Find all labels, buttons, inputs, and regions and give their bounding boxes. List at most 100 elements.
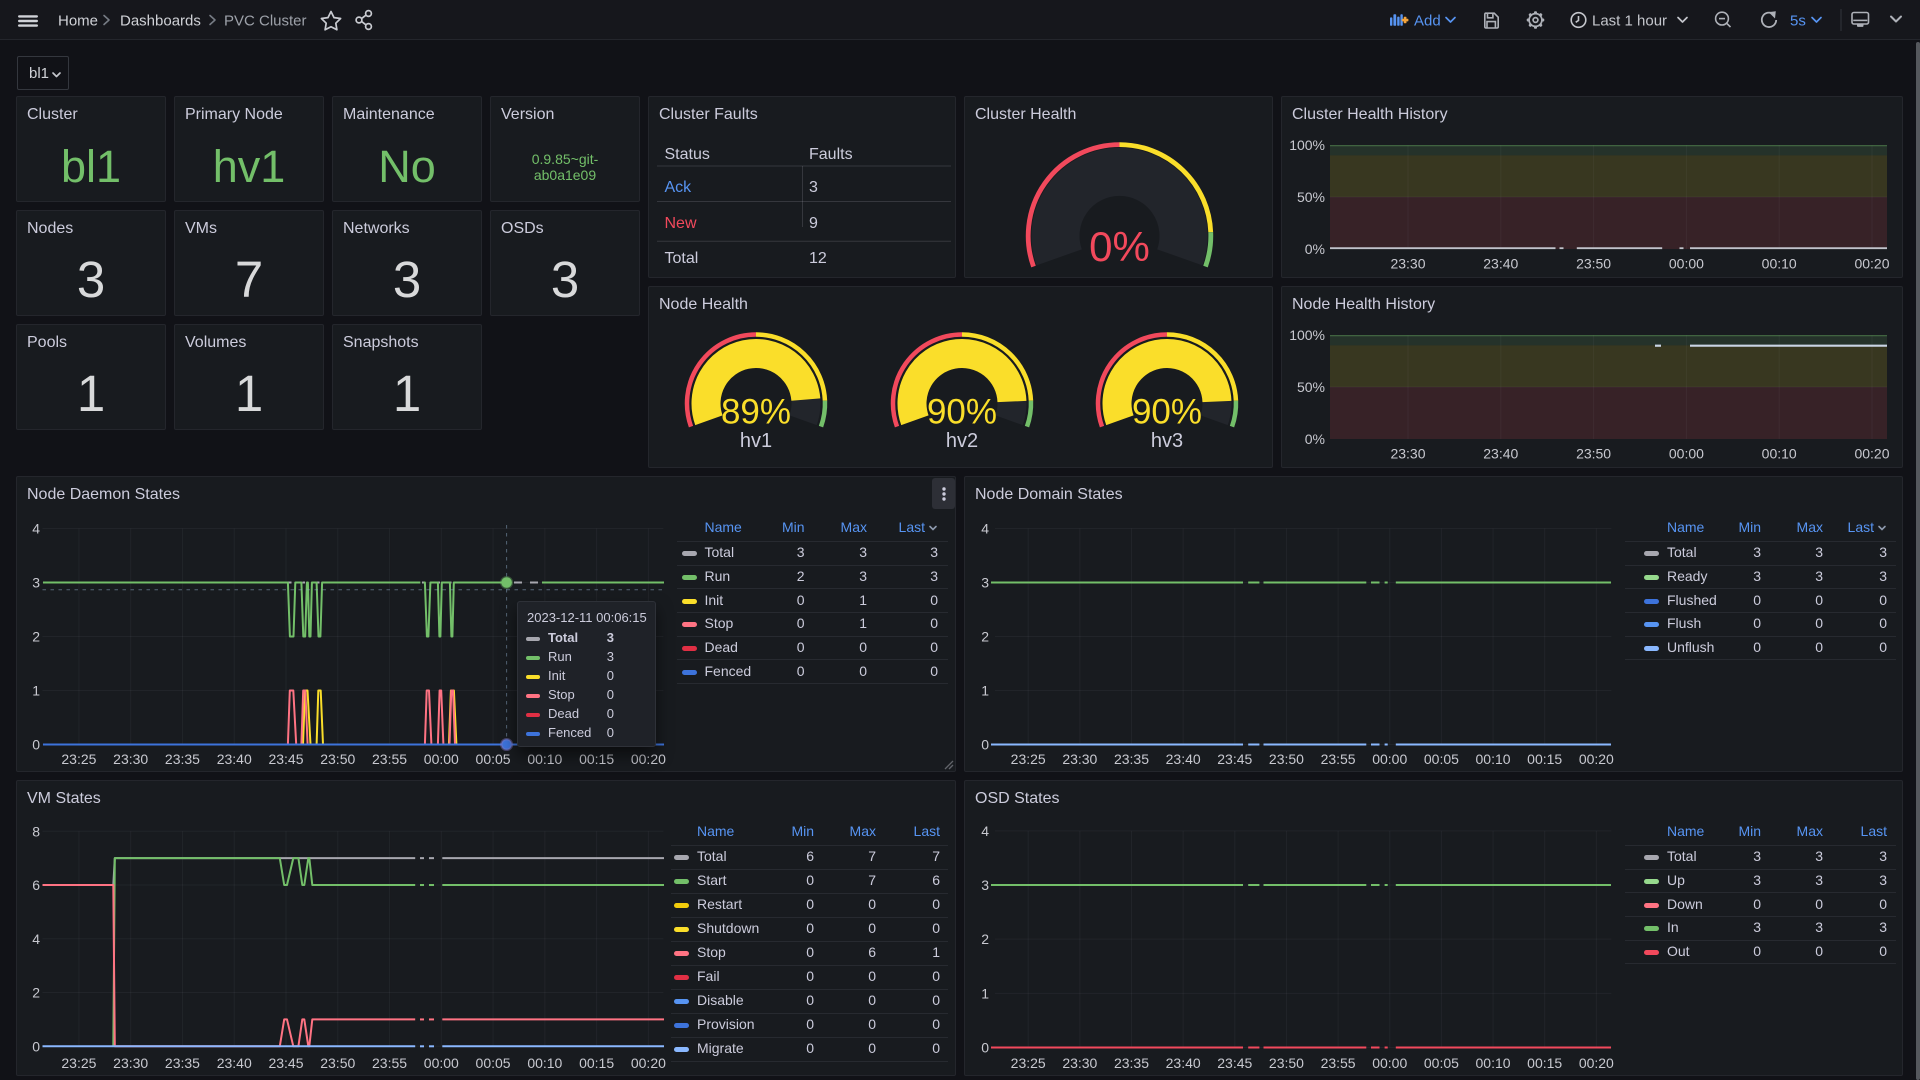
svg-text:90%: 90% bbox=[927, 392, 997, 431]
svg-text:00:10: 00:10 bbox=[1762, 446, 1797, 462]
svg-text:00:20: 00:20 bbox=[631, 751, 666, 767]
svg-text:hv3: hv3 bbox=[1151, 430, 1183, 452]
svg-text:Add: Add bbox=[1414, 13, 1441, 30]
svg-text:23:30: 23:30 bbox=[1062, 751, 1097, 767]
svg-text:4: 4 bbox=[981, 823, 989, 839]
svg-text:3: 3 bbox=[809, 179, 818, 196]
svg-text:100%: 100% bbox=[1289, 137, 1325, 153]
svg-text:50%: 50% bbox=[1297, 379, 1325, 395]
svg-text:3: 3 bbox=[32, 575, 40, 591]
svg-text:00:10: 00:10 bbox=[527, 751, 562, 767]
svg-text:3: 3 bbox=[981, 877, 989, 893]
svg-text:Status: Status bbox=[665, 146, 710, 163]
svg-text:23:45: 23:45 bbox=[1217, 751, 1252, 767]
svg-text:00:10: 00:10 bbox=[1476, 751, 1511, 767]
svg-text:00:15: 00:15 bbox=[579, 751, 614, 767]
svg-text:23:50: 23:50 bbox=[320, 751, 355, 767]
svg-text:8: 8 bbox=[32, 823, 40, 839]
svg-text:0: 0 bbox=[32, 737, 40, 753]
svg-text:0: 0 bbox=[981, 1040, 989, 1056]
svg-text:4: 4 bbox=[32, 931, 40, 947]
svg-text:23:25: 23:25 bbox=[1011, 751, 1046, 767]
svg-text:6: 6 bbox=[32, 877, 40, 893]
svg-text:00:05: 00:05 bbox=[476, 1055, 511, 1071]
svg-text:23:35: 23:35 bbox=[1114, 1055, 1149, 1071]
svg-text:00:20: 00:20 bbox=[1579, 1055, 1614, 1071]
svg-text:0: 0 bbox=[981, 737, 989, 753]
svg-text:23:45: 23:45 bbox=[1217, 1055, 1252, 1071]
svg-text:00:00: 00:00 bbox=[424, 1055, 459, 1071]
svg-text:90%: 90% bbox=[1132, 392, 1202, 431]
svg-text:23:35: 23:35 bbox=[165, 1055, 200, 1071]
svg-text:Ack: Ack bbox=[665, 179, 693, 196]
svg-text:2: 2 bbox=[32, 629, 40, 645]
svg-text:23:55: 23:55 bbox=[372, 751, 407, 767]
svg-text:1: 1 bbox=[981, 683, 989, 699]
svg-text:hv1: hv1 bbox=[740, 430, 772, 452]
svg-text:0%: 0% bbox=[1305, 431, 1325, 447]
svg-text:23:40: 23:40 bbox=[1483, 256, 1518, 272]
svg-text:1: 1 bbox=[981, 985, 989, 1001]
svg-text:23:30: 23:30 bbox=[1390, 256, 1425, 272]
svg-text:23:50: 23:50 bbox=[1576, 256, 1611, 272]
svg-text:00:20: 00:20 bbox=[1854, 446, 1889, 462]
svg-text:Last 1 hour: Last 1 hour bbox=[1592, 13, 1667, 30]
svg-text:PVC Cluster: PVC Cluster bbox=[224, 13, 307, 30]
svg-text:5s: 5s bbox=[1790, 13, 1806, 30]
svg-text:2: 2 bbox=[981, 931, 989, 947]
svg-text:hv2: hv2 bbox=[946, 430, 978, 452]
svg-text:00:00: 00:00 bbox=[424, 751, 459, 767]
svg-text:Total: Total bbox=[665, 250, 699, 267]
svg-text:00:00: 00:00 bbox=[1372, 1055, 1407, 1071]
svg-text:00:20: 00:20 bbox=[631, 1055, 666, 1071]
svg-text:Home: Home bbox=[58, 13, 98, 30]
svg-text:2: 2 bbox=[32, 985, 40, 1001]
svg-text:100%: 100% bbox=[1289, 327, 1325, 343]
svg-text:23:50: 23:50 bbox=[1269, 751, 1304, 767]
svg-text:00:05: 00:05 bbox=[1424, 751, 1459, 767]
svg-text:23:45: 23:45 bbox=[268, 1055, 303, 1071]
svg-text:00:00: 00:00 bbox=[1669, 446, 1704, 462]
svg-text:23:40: 23:40 bbox=[217, 751, 252, 767]
svg-text:23:55: 23:55 bbox=[1321, 751, 1356, 767]
svg-text:Dashboards: Dashboards bbox=[120, 13, 201, 30]
svg-text:89%: 89% bbox=[721, 392, 791, 431]
svg-text:0%: 0% bbox=[1089, 223, 1150, 270]
svg-text:23:40: 23:40 bbox=[1166, 1055, 1201, 1071]
svg-text:23:55: 23:55 bbox=[372, 1055, 407, 1071]
svg-text:00:20: 00:20 bbox=[1854, 256, 1889, 272]
svg-text:00:00: 00:00 bbox=[1372, 751, 1407, 767]
svg-text:23:25: 23:25 bbox=[61, 1055, 96, 1071]
svg-text:23:30: 23:30 bbox=[113, 1055, 148, 1071]
svg-text:00:10: 00:10 bbox=[1762, 256, 1797, 272]
svg-text:00:10: 00:10 bbox=[527, 1055, 562, 1071]
svg-text:4: 4 bbox=[32, 521, 40, 537]
svg-text:23:45: 23:45 bbox=[268, 751, 303, 767]
svg-text:00:15: 00:15 bbox=[1527, 751, 1562, 767]
svg-text:00:05: 00:05 bbox=[476, 751, 511, 767]
svg-text:00:15: 00:15 bbox=[579, 1055, 614, 1071]
svg-text:23:40: 23:40 bbox=[217, 1055, 252, 1071]
svg-text:00:15: 00:15 bbox=[1527, 1055, 1562, 1071]
svg-text:0: 0 bbox=[32, 1038, 40, 1054]
svg-text:23:40: 23:40 bbox=[1166, 751, 1201, 767]
svg-text:1: 1 bbox=[32, 683, 40, 699]
svg-text:2: 2 bbox=[981, 629, 989, 645]
svg-text:23:50: 23:50 bbox=[320, 1055, 355, 1071]
svg-text:23:40: 23:40 bbox=[1483, 446, 1518, 462]
svg-text:23:50: 23:50 bbox=[1269, 1055, 1304, 1071]
svg-text:23:35: 23:35 bbox=[1114, 751, 1149, 767]
svg-text:New: New bbox=[665, 215, 697, 232]
svg-text:23:25: 23:25 bbox=[1011, 1055, 1046, 1071]
svg-text:23:25: 23:25 bbox=[61, 751, 96, 767]
svg-text:00:10: 00:10 bbox=[1476, 1055, 1511, 1071]
svg-text:4: 4 bbox=[981, 521, 989, 537]
svg-text:23:30: 23:30 bbox=[1062, 1055, 1097, 1071]
svg-text:12: 12 bbox=[809, 250, 827, 267]
svg-text:3: 3 bbox=[981, 575, 989, 591]
svg-text:23:35: 23:35 bbox=[165, 751, 200, 767]
svg-text:50%: 50% bbox=[1297, 189, 1325, 205]
svg-text:23:30: 23:30 bbox=[1390, 446, 1425, 462]
svg-text:23:55: 23:55 bbox=[1321, 1055, 1356, 1071]
svg-text:23:30: 23:30 bbox=[113, 751, 148, 767]
